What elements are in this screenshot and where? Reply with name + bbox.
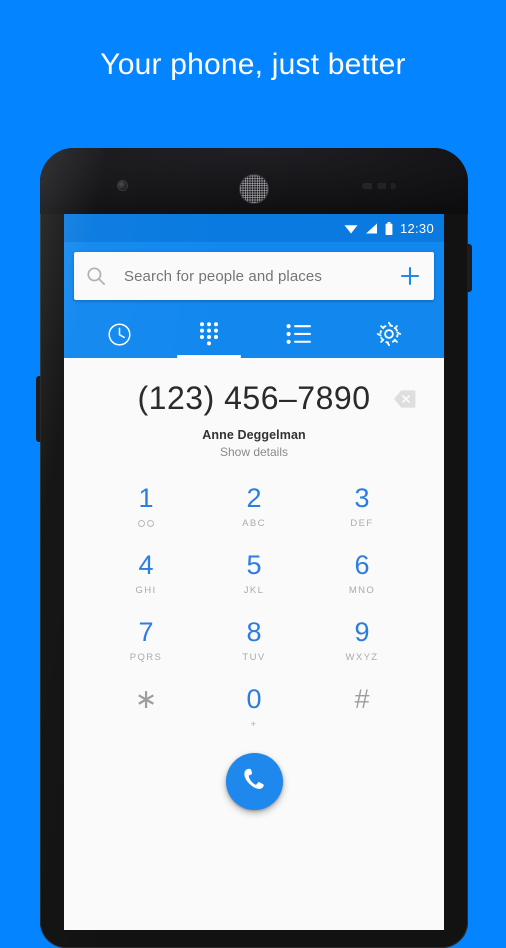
key-1[interactable]: 1 bbox=[92, 473, 200, 540]
keypad: 1 2 ABC 3 DEF 4 GHI 5 JKL 6 MNO 7 PQRS 8… bbox=[64, 473, 444, 741]
backspace-icon[interactable] bbox=[392, 386, 418, 412]
key-digit: 5 bbox=[246, 549, 262, 580]
key-digit: 4 bbox=[138, 549, 154, 580]
status-bar: 12:30 bbox=[64, 214, 444, 242]
key-letters: DEF bbox=[350, 517, 374, 529]
front-camera-icon bbox=[118, 181, 127, 190]
gear-icon bbox=[376, 321, 402, 347]
keypad-row: ∗ 0 + # bbox=[92, 674, 416, 741]
key-letters: GHI bbox=[135, 584, 157, 596]
tab-settings[interactable] bbox=[344, 310, 434, 358]
search-input[interactable]: Search for people and places bbox=[124, 268, 398, 285]
key-digit: # bbox=[354, 683, 370, 714]
phone-icon bbox=[241, 766, 268, 798]
signal-icon bbox=[365, 223, 378, 234]
contact-name: Anne Deggelman bbox=[202, 428, 306, 442]
key-letters: PQRS bbox=[129, 651, 163, 663]
key-8[interactable]: 8 TUV bbox=[200, 607, 308, 674]
key-digit: 6 bbox=[354, 549, 370, 580]
key-2[interactable]: 2 ABC bbox=[200, 473, 308, 540]
search-bar[interactable]: Search for people and places bbox=[74, 252, 434, 300]
power-button[interactable] bbox=[467, 244, 472, 292]
key-digit: 1 bbox=[138, 482, 154, 513]
tab-bar bbox=[74, 310, 434, 358]
key-star[interactable]: ∗ bbox=[92, 674, 200, 741]
keypad-row: 4 GHI 5 JKL 6 MNO bbox=[92, 540, 416, 607]
key-digit: 0 bbox=[246, 683, 262, 714]
earpiece-speaker-icon bbox=[240, 175, 268, 203]
key-letters: JKL bbox=[243, 584, 265, 596]
clock-icon bbox=[107, 322, 132, 347]
phone-screen: 12:30 Search for people and places (123)… bbox=[64, 214, 444, 930]
voicemail-icon bbox=[138, 518, 154, 529]
key-5[interactable]: 5 JKL bbox=[200, 540, 308, 607]
phone-device-mockup: 12:30 Search for people and places (123)… bbox=[36, 148, 472, 948]
device-top-bezel bbox=[40, 148, 468, 214]
key-3[interactable]: 3 DEF bbox=[308, 473, 416, 540]
key-9[interactable]: 9 WXYZ bbox=[308, 607, 416, 674]
show-details-link[interactable]: Show details bbox=[220, 445, 288, 459]
wifi-icon bbox=[344, 223, 358, 234]
key-digit: 9 bbox=[354, 616, 370, 647]
dialpad-icon bbox=[198, 321, 220, 347]
key-6[interactable]: 6 MNO bbox=[308, 540, 416, 607]
dial-display: (123) 456–7890 Anne Deggelman Show detai… bbox=[64, 358, 444, 459]
app-bar: Search for people and places bbox=[64, 242, 444, 358]
dialed-number: (123) 456–7890 bbox=[137, 380, 371, 416]
keypad-row: 7 PQRS 8 TUV 9 WXYZ bbox=[92, 607, 416, 674]
tab-dialpad[interactable] bbox=[164, 310, 254, 358]
key-0[interactable]: 0 + bbox=[200, 674, 308, 741]
keypad-row: 1 2 ABC 3 DEF bbox=[92, 473, 416, 540]
key-letters: + bbox=[250, 718, 258, 730]
key-4[interactable]: 4 GHI bbox=[92, 540, 200, 607]
key-digit: 7 bbox=[138, 616, 154, 647]
key-letters: ABC bbox=[242, 517, 266, 529]
tab-contacts[interactable] bbox=[254, 310, 344, 358]
volume-button[interactable] bbox=[36, 376, 41, 442]
status-bar-clock: 12:30 bbox=[399, 220, 434, 236]
key-letters: TUV bbox=[242, 651, 266, 663]
key-letters: WXYZ bbox=[345, 651, 379, 663]
battery-icon bbox=[385, 221, 393, 235]
key-digit: 3 bbox=[354, 482, 370, 513]
tab-recents[interactable] bbox=[74, 310, 164, 358]
key-letters: MNO bbox=[348, 584, 376, 596]
call-button-container bbox=[64, 753, 444, 810]
plus-icon[interactable] bbox=[398, 264, 422, 288]
key-digit: 8 bbox=[246, 616, 262, 647]
proximity-sensor-icon bbox=[362, 183, 396, 189]
key-7[interactable]: 7 PQRS bbox=[92, 607, 200, 674]
list-icon bbox=[286, 323, 312, 345]
search-icon bbox=[86, 266, 106, 286]
key-digit: 2 bbox=[246, 482, 262, 513]
key-digit: ∗ bbox=[134, 683, 158, 714]
key-hash[interactable]: # bbox=[308, 674, 416, 741]
call-button[interactable] bbox=[225, 753, 283, 810]
page-title: Your phone, just better bbox=[100, 48, 406, 81]
